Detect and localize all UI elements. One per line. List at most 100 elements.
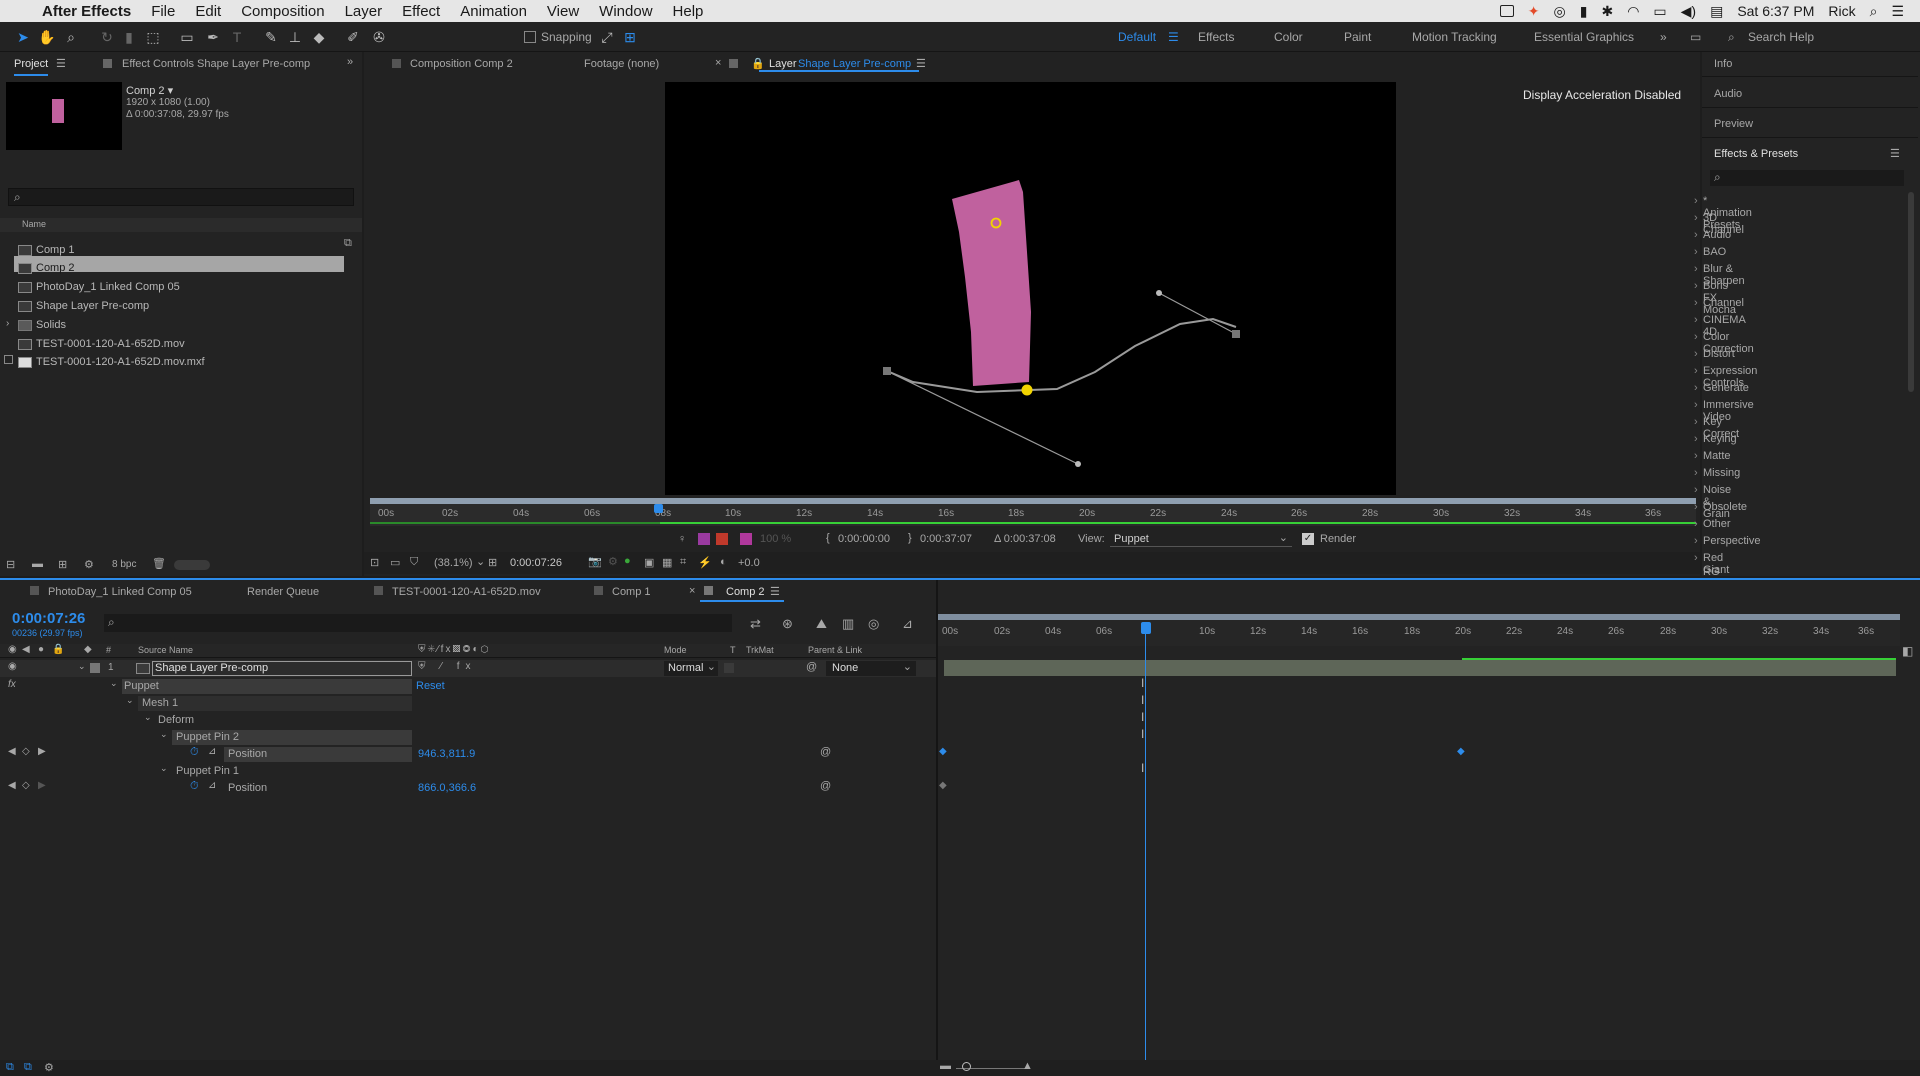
zoom-slider-thumb[interactable]: [962, 1062, 971, 1071]
prop-pin1[interactable]: Puppet Pin 1: [176, 765, 239, 777]
menu-effect[interactable]: Effect: [392, 3, 450, 20]
roto-brush-tool-icon[interactable]: ✐: [344, 28, 362, 46]
pan-behind-tool-icon[interactable]: ⬚: [144, 28, 162, 46]
next-keyframe-icon[interactable]: ▶: [38, 780, 46, 791]
pickwhip-icon[interactable]: @: [820, 746, 831, 758]
type-tool-icon[interactable]: T: [228, 28, 246, 46]
menu-edit[interactable]: Edit: [185, 3, 231, 20]
render-checkbox[interactable]: ✓: [1302, 533, 1314, 545]
timeline-tab-render-queue[interactable]: Render Queue: [247, 586, 319, 598]
puppet-pin-2[interactable]: [1021, 384, 1033, 396]
shy-layers-icon[interactable]: ⛰: [816, 616, 827, 632]
mask-visibility-icon[interactable]: ⛉: [410, 556, 418, 569]
spotlight-search-icon[interactable]: ⌕: [1870, 3, 1878, 20]
workspace-color[interactable]: Color: [1274, 30, 1303, 44]
video-switch-icon[interactable]: ◉: [8, 644, 17, 655]
timeline-tab-comp1[interactable]: Comp 1: [612, 586, 651, 598]
effects-search-input[interactable]: ⌕: [1710, 170, 1904, 186]
safe-zones-icon[interactable]: ⊞: [488, 556, 497, 569]
effect-category[interactable]: Generate: [1694, 382, 1749, 394]
effect-category[interactable]: Channel: [1694, 297, 1744, 309]
comp-mini-flowchart-icon[interactable]: ⇄: [750, 616, 761, 632]
menu-file[interactable]: File: [141, 3, 185, 20]
tab-layer-label[interactable]: Layer: [769, 58, 797, 70]
graph-editor-icon[interactable]: ⊿: [902, 616, 913, 632]
expand-chevron-icon[interactable]: ⌄: [110, 678, 118, 689]
menu-window[interactable]: Window: [589, 3, 662, 20]
timeline-tab-comp2[interactable]: Comp 2: [726, 586, 765, 598]
effect-category[interactable]: Missing: [1694, 467, 1740, 479]
snapping-checkbox[interactable]: [524, 31, 536, 43]
snap-edges-icon[interactable]: ⤢: [598, 28, 616, 46]
project-item-mxf[interactable]: TEST-0001-120-A1-652D.mov.mxf: [36, 356, 205, 368]
thumbnail-slider[interactable]: [174, 560, 210, 570]
effect-category[interactable]: Distort: [1694, 348, 1735, 360]
handle-end-right[interactable]: [1156, 290, 1162, 296]
pickwhip-icon[interactable]: @: [820, 780, 831, 792]
draft-3d-icon[interactable]: ⊛: [782, 616, 793, 632]
parent-dropdown[interactable]: None ⌄: [826, 661, 916, 676]
add-keyframe-icon[interactable]: ◇: [22, 746, 30, 757]
current-time-display[interactable]: 0:00:07:26: [510, 557, 562, 569]
expand-chevron-icon[interactable]: ⌄: [126, 695, 134, 706]
layer-name-field[interactable]: Shape Layer Pre-comp: [152, 661, 412, 676]
timeline-menu-icon[interactable]: ☰: [770, 585, 780, 598]
project-item-comp2[interactable]: Comp 2: [36, 262, 75, 274]
out-point-bracket-icon[interactable]: }: [908, 532, 912, 544]
exposure-value[interactable]: +0.0: [738, 557, 760, 569]
app-menu[interactable]: After Effects: [36, 3, 141, 20]
effects-scrollbar[interactable]: [1908, 192, 1914, 392]
column-mode[interactable]: Mode: [664, 645, 687, 655]
bluetooth-icon[interactable]: ✱: [1601, 3, 1613, 20]
prop-pin2-position[interactable]: Position: [228, 748, 267, 760]
project-settings-icon[interactable]: ⚙: [84, 558, 94, 571]
stopwatch-icon[interactable]: ⏱: [190, 780, 199, 793]
layer-switches-icons[interactable]: ⛨✳⁄fx▩◎◐⬡: [418, 644, 490, 655]
menu-animation[interactable]: Animation: [450, 3, 537, 20]
show-snapshot-icon[interactable]: ⚙: [608, 555, 618, 568]
folder-expand-icon[interactable]: ›: [6, 318, 9, 329]
close-tab-icon[interactable]: ×: [689, 585, 695, 597]
in-point-bracket-icon[interactable]: {: [826, 532, 830, 544]
effect-category[interactable]: Other: [1694, 518, 1730, 530]
layer-canvas[interactable]: [665, 82, 1396, 495]
snap-features-icon[interactable]: ⊞: [621, 28, 639, 46]
prop-pin1-position[interactable]: Position: [228, 782, 267, 794]
panel-info[interactable]: Info: [1714, 58, 1732, 70]
project-menu-icon[interactable]: ☰: [56, 57, 66, 70]
workspace-overflow-icon[interactable]: »: [1660, 30, 1667, 44]
expand-chevron-icon[interactable]: ⌄: [160, 729, 168, 740]
opacity-readout[interactable]: 100 %: [760, 533, 791, 545]
tab-composition[interactable]: Composition Comp 2: [410, 58, 513, 70]
selection-tool-icon[interactable]: ➤: [14, 28, 32, 46]
in-out-toggle-icon[interactable]: ⚙: [44, 1061, 54, 1074]
timeline-tab-mov[interactable]: TEST-0001-120-A1-652D.mov: [392, 586, 541, 598]
keyframe-diamond[interactable]: ◆: [939, 746, 947, 757]
3d-view-icon[interactable]: ⌗: [680, 556, 686, 569]
layer-row[interactable]: ◉ ⌄ 1 Shape Layer Pre-comp ⛨ ⁄ fx Normal…: [0, 660, 936, 677]
work-area-bar[interactable]: [938, 614, 1900, 620]
add-keyframe-icon[interactable]: ◇: [22, 780, 30, 791]
transparency-grid-icon[interactable]: ▦: [662, 556, 672, 569]
layer-switches-toggle-icon[interactable]: ⧉: [6, 1061, 14, 1074]
timeline-search-input[interactable]: ⌕: [104, 614, 732, 632]
workspace-effects[interactable]: Effects: [1198, 30, 1234, 44]
timeline-playhead-handle[interactable]: [1141, 622, 1151, 634]
effects-menu-icon[interactable]: ☰: [1890, 147, 1900, 160]
layer-switch-icons[interactable]: ⛨ ⁄ fx: [418, 661, 477, 672]
color-channels-icon[interactable]: ●: [624, 555, 631, 567]
notification-center-icon[interactable]: ☰: [1891, 3, 1904, 20]
prev-keyframe-icon[interactable]: ◀: [8, 780, 16, 791]
keyframe-diamond[interactable]: ◆: [1457, 746, 1465, 757]
prop-puppet[interactable]: Puppet: [124, 680, 159, 692]
tab-footage[interactable]: Footage (none): [584, 58, 659, 70]
reset-exposure-icon[interactable]: ◐: [720, 556, 727, 568]
effect-category[interactable]: Perspective: [1694, 535, 1761, 547]
trash-icon[interactable]: 🗑: [152, 557, 166, 570]
puppet-pin-tool-icon[interactable]: ✇: [370, 28, 388, 46]
panel-effects-presets[interactable]: Effects & Presets: [1714, 148, 1798, 160]
snapshot-camera-icon[interactable]: 📷: [588, 555, 602, 568]
menubar-clock[interactable]: Sat 6:37 PM: [1737, 3, 1814, 19]
prop-mesh[interactable]: Mesh 1: [142, 697, 178, 709]
frame-blending-icon[interactable]: ▥: [842, 616, 854, 632]
